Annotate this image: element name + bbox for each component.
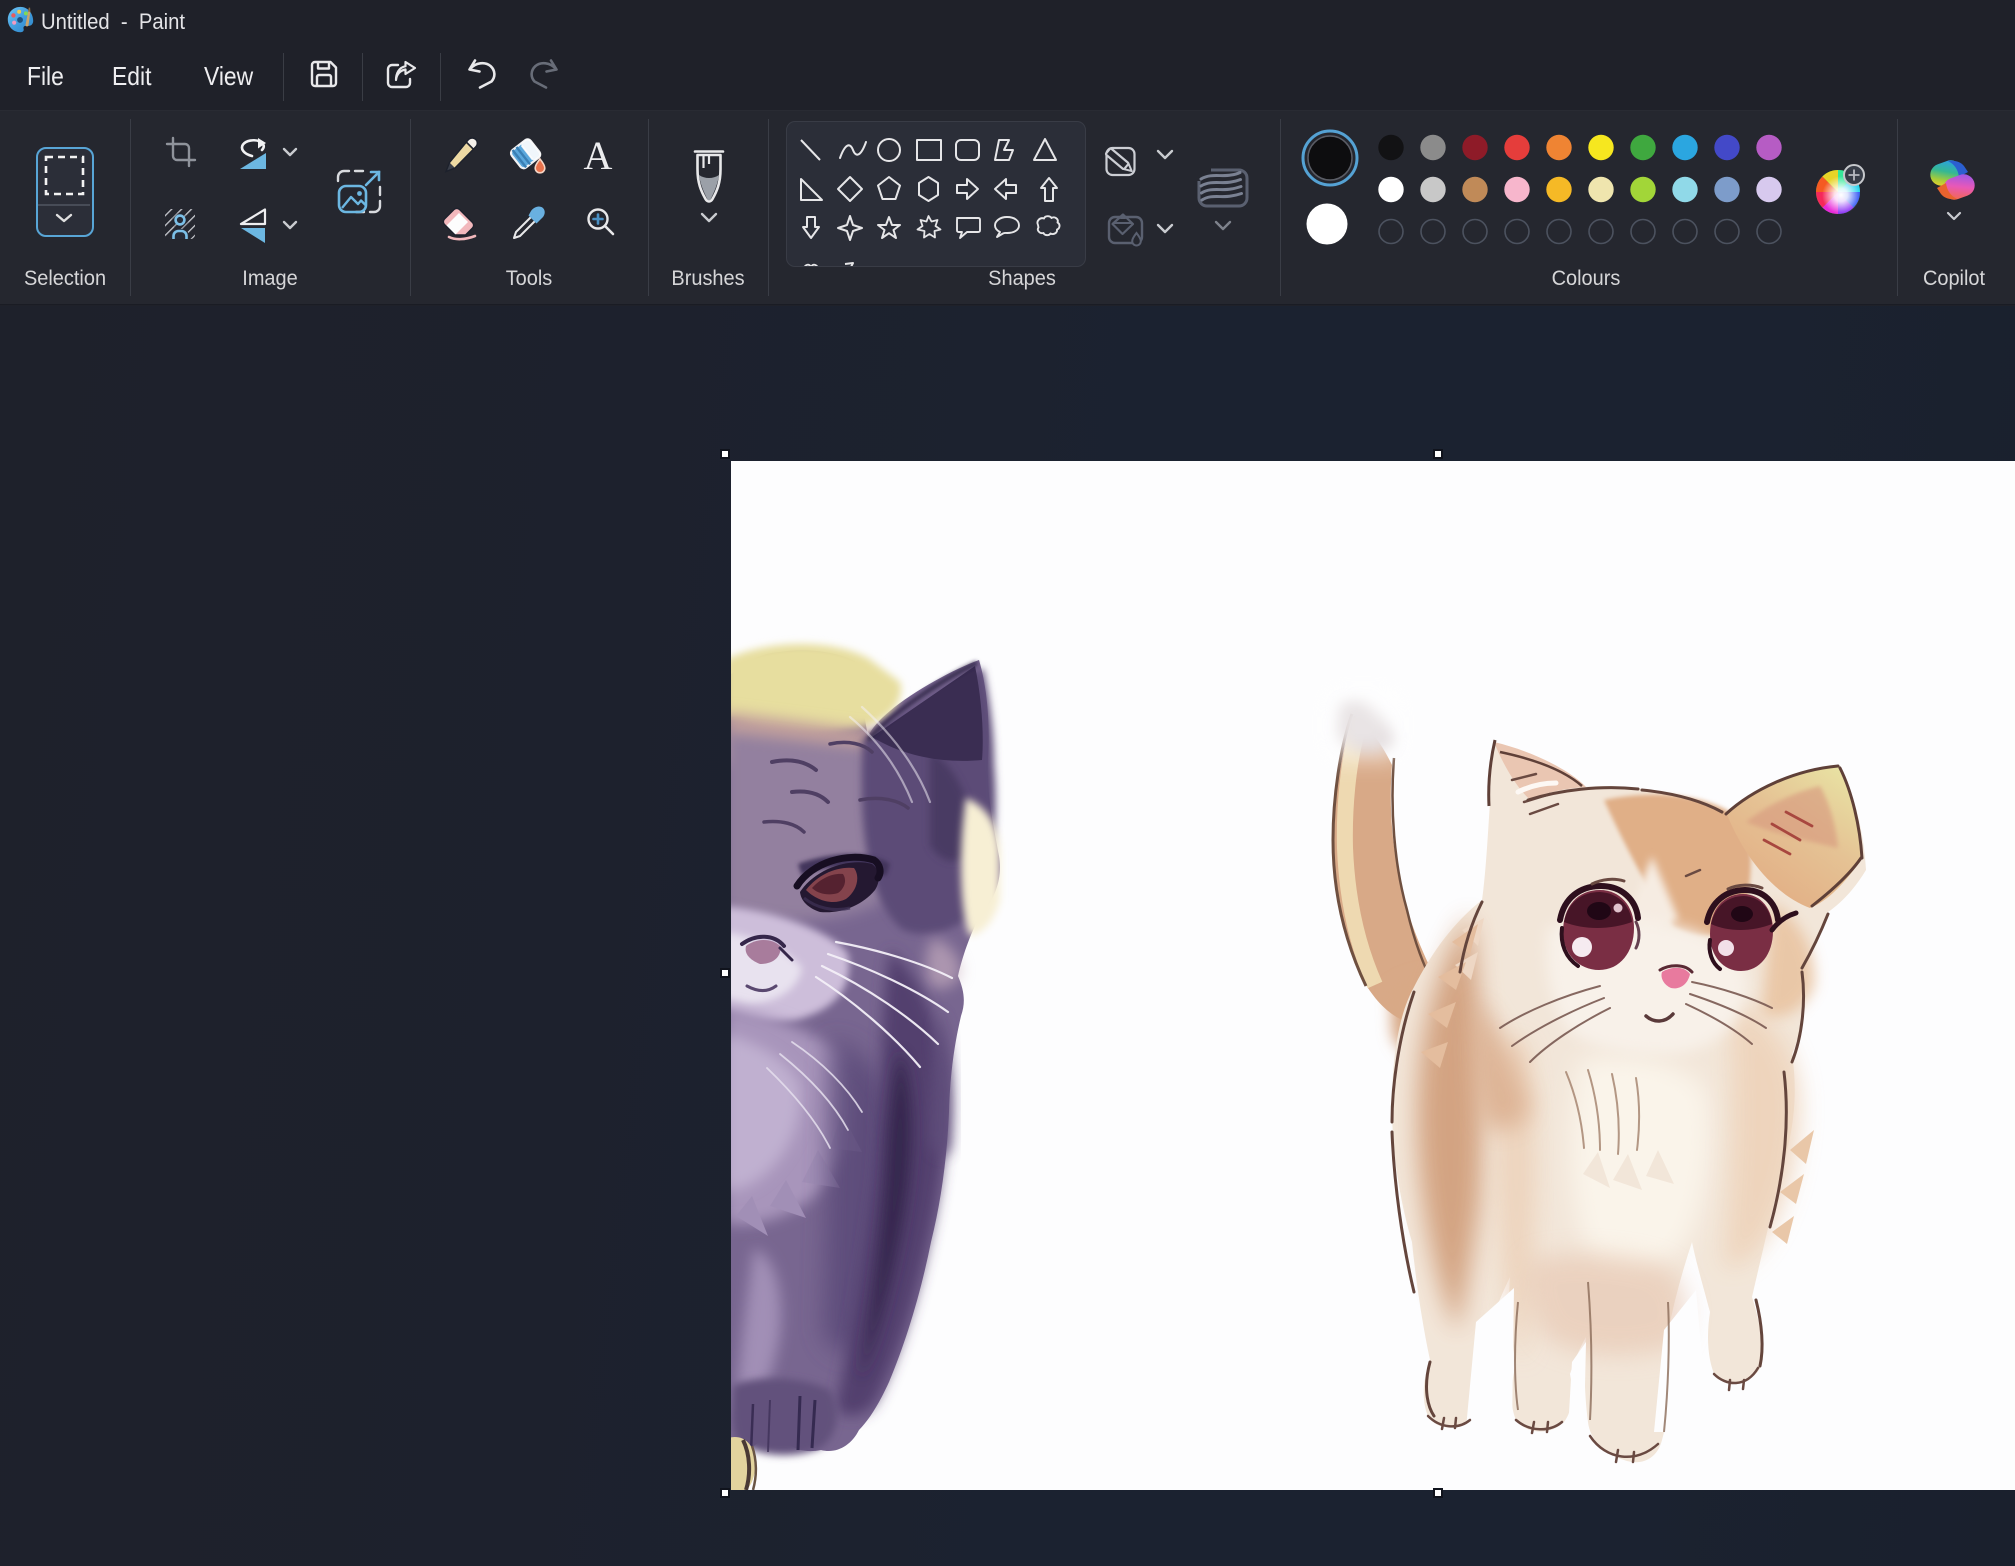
svg-text:A: A: [584, 139, 613, 173]
